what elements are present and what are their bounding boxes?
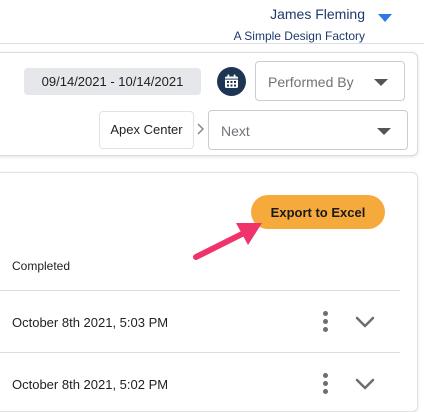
- next-placeholder: Next: [221, 123, 250, 139]
- calendar-icon: [225, 74, 238, 88]
- location-crumb[interactable]: Apex Center: [99, 111, 194, 149]
- more-options-icon[interactable]: [320, 311, 330, 333]
- chevron-right-icon: [197, 123, 204, 135]
- row-divider: [0, 290, 400, 291]
- export-to-excel-button[interactable]: Export to Excel: [251, 195, 385, 229]
- date-range-chip[interactable]: 09/14/2021 - 10/14/2021: [24, 68, 201, 95]
- row-divider: [0, 352, 400, 353]
- chevron-down-icon[interactable]: [355, 316, 375, 328]
- performed-by-select[interactable]: Performed By: [255, 61, 405, 101]
- user-name: James Fleming: [270, 6, 365, 22]
- chevron-down-icon: [377, 128, 391, 135]
- user-menu[interactable]: James Fleming A Simple Design Factory: [234, 6, 365, 44]
- organization-name: A Simple Design Factory: [233, 29, 365, 43]
- row-completed-date: October 8th 2021, 5:03 PM: [12, 315, 169, 330]
- column-header-completed: Completed: [12, 259, 71, 273]
- calendar-button[interactable]: [217, 67, 246, 96]
- chevron-down-icon[interactable]: [355, 378, 375, 390]
- performed-by-placeholder: Performed By: [268, 74, 354, 90]
- annotation-arrow-icon: [193, 223, 262, 260]
- header-divider: [0, 43, 424, 44]
- caret-down-icon[interactable]: [378, 14, 392, 23]
- chevron-down-icon: [374, 79, 388, 86]
- next-select[interactable]: Next: [208, 110, 408, 150]
- more-options-icon[interactable]: [320, 373, 330, 395]
- row-completed-date: October 8th 2021, 5:02 PM: [12, 377, 169, 392]
